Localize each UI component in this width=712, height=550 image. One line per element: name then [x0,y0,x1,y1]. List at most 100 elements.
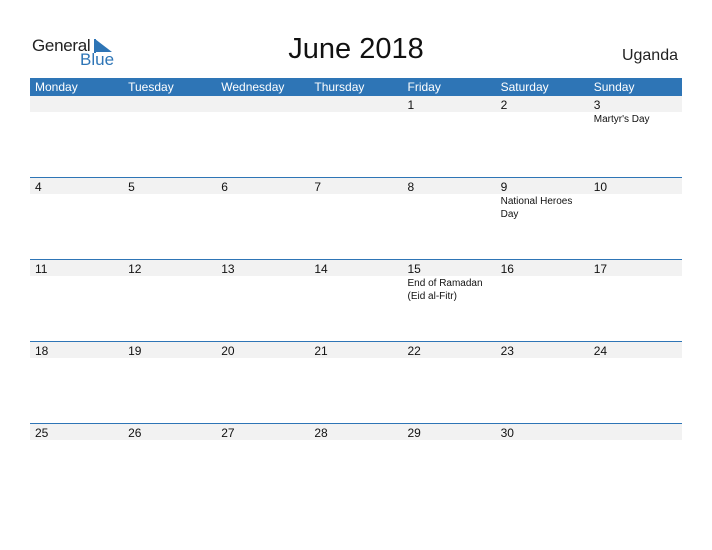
day-number: 27 [221,426,235,440]
holiday-label [589,358,682,359]
day-number: 3 [593,98,601,112]
holiday-label [216,112,309,126]
day-cell: 18 [30,342,123,358]
day-cell: 6 [216,178,309,194]
weekday-sunday: Sunday [593,80,635,94]
day-number: 6 [221,180,228,194]
day-number: 13 [221,262,235,276]
day-cell: 7 [309,178,402,194]
holiday-label [496,440,589,441]
day-cell: 15 [403,260,496,276]
weekday-monday: Monday [35,80,78,94]
day-cell: 11 [30,260,123,276]
day-number: 25 [35,426,49,440]
day-cell: 12 [123,260,216,276]
holiday-label [309,194,402,221]
day-number: 29 [407,426,421,440]
holiday-label [123,358,216,359]
holiday-label [30,358,123,359]
day-number: 23 [500,344,514,358]
week-row: 11 12 13 14 15 16 17 End of Ramadan (Eid al-Fit… [30,259,682,341]
holiday-label [309,112,402,126]
day-cell: 23 [496,342,589,358]
day-cell: 20 [216,342,309,358]
holiday-label [30,194,123,221]
holiday-label [496,358,589,359]
holiday-label [123,112,216,126]
holiday-label [216,194,309,221]
country-label: Uganda [621,47,678,64]
holiday-label [403,194,496,221]
holiday-label [30,440,123,441]
day-cell: 2 [496,96,589,112]
weekday-friday: Friday [407,80,441,94]
day-number-bar: 4 5 6 7 8 9 10 [30,178,682,194]
events-row [30,440,682,441]
holiday-label [309,276,402,303]
day-number: 18 [35,344,49,358]
week-row: 25 26 27 28 29 30 [30,423,682,505]
week-row: 4 5 6 7 8 9 10 National Heroes Day [30,177,682,259]
day-number: 11 [35,262,48,276]
day-number-bar: 1 2 3 [30,96,682,112]
holiday-label [309,440,402,441]
day-cell: 19 [123,342,216,358]
holiday-label [216,276,309,303]
holiday-label [30,112,123,126]
events-row: End of Ramadan (Eid al-Fitr) [30,276,682,303]
day-cell [309,96,402,112]
day-number: 19 [128,344,142,358]
holiday-label [589,276,682,303]
day-number: 14 [314,262,328,276]
day-cell [216,96,309,112]
day-cell [589,424,682,440]
day-number: 26 [128,426,142,440]
day-cell: 8 [403,178,496,194]
day-number: 30 [500,426,514,440]
day-number: 28 [314,426,328,440]
day-cell: 21 [309,342,402,358]
events-row: Martyr's Day [30,112,682,126]
holiday-label [123,194,216,221]
day-cell [123,96,216,112]
day-number: 5 [128,180,135,194]
weekday-wednesday: Wednesday [221,80,285,94]
calendar-title: June 2018 [288,33,424,65]
weekday-saturday: Saturday [500,80,549,94]
holiday-label [403,440,496,441]
holiday-label [309,358,402,359]
day-cell: 16 [496,260,589,276]
weekday-header: Monday Tuesday Wednesday Thursday Friday… [30,78,682,96]
day-cell: 22 [403,342,496,358]
day-number: 12 [128,262,142,276]
day-cell: 30 [496,424,589,440]
day-cell: 5 [123,178,216,194]
day-number-bar: 25 26 27 28 29 30 [30,424,682,440]
day-cell [30,96,123,112]
day-cell: 27 [216,424,309,440]
holiday-label [403,112,496,126]
day-number: 10 [593,180,608,194]
weekday-tuesday: Tuesday [128,80,174,94]
day-number: 8 [407,180,415,194]
week-row: 1 2 3 Martyr's Day [30,96,682,177]
day-number: 21 [314,344,328,358]
holiday-label [123,276,216,303]
holiday-label [589,194,682,221]
holiday-label [403,358,496,359]
holiday-label: Martyr's Day [593,114,650,125]
day-number: 1 [407,98,415,112]
holiday-label [123,440,216,441]
holiday-label [216,358,309,359]
day-number: 22 [407,344,421,358]
day-number-bar: 11 12 13 14 15 16 17 [30,260,682,276]
day-cell: 10 [589,178,682,194]
day-cell: 29 [403,424,496,440]
day-cell: 26 [123,424,216,440]
day-number: 24 [593,344,608,358]
day-cell: 25 [30,424,123,440]
holiday-label: End of Ramadan (Eid al-Fitr) [407,278,483,302]
day-number: 7 [314,180,322,194]
day-cell: 4 [30,178,123,194]
weekday-thursday: Thursday [314,80,365,94]
